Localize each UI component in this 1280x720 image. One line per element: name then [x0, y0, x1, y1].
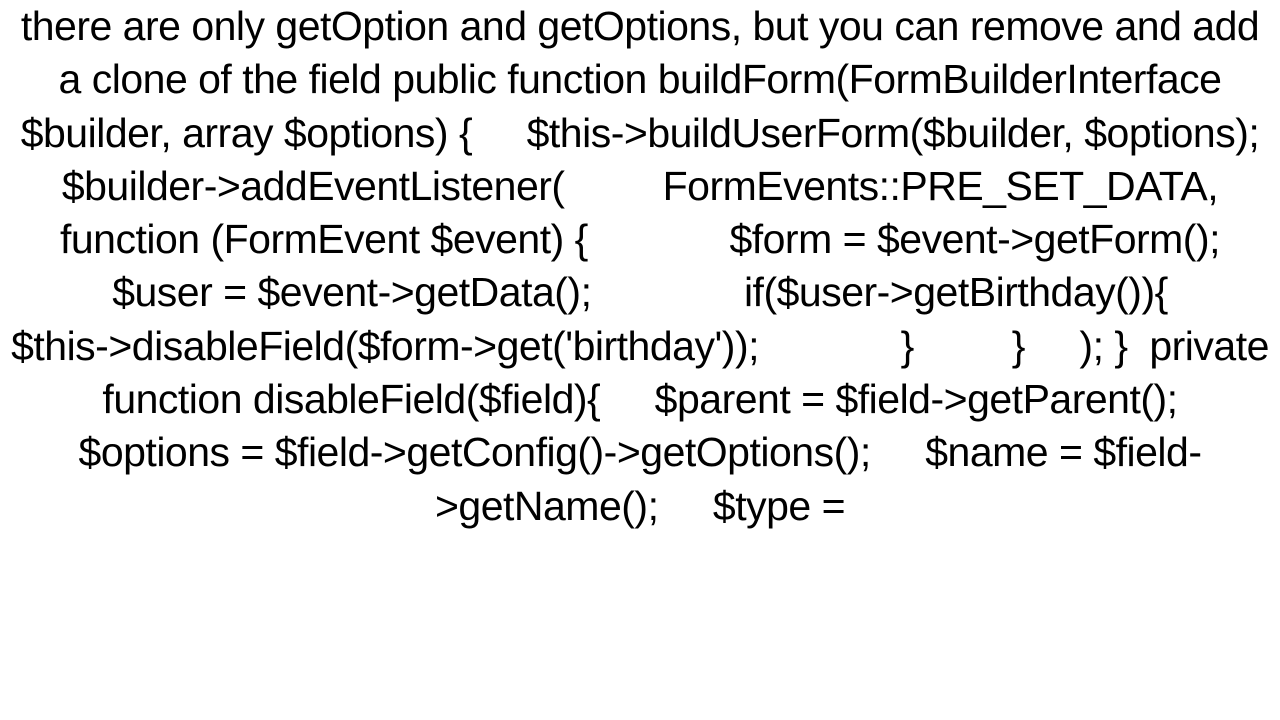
document-content: there are only getOption and getOptions,…	[0, 0, 1280, 720]
code-text-block: there are only getOption and getOptions,…	[10, 0, 1270, 533]
